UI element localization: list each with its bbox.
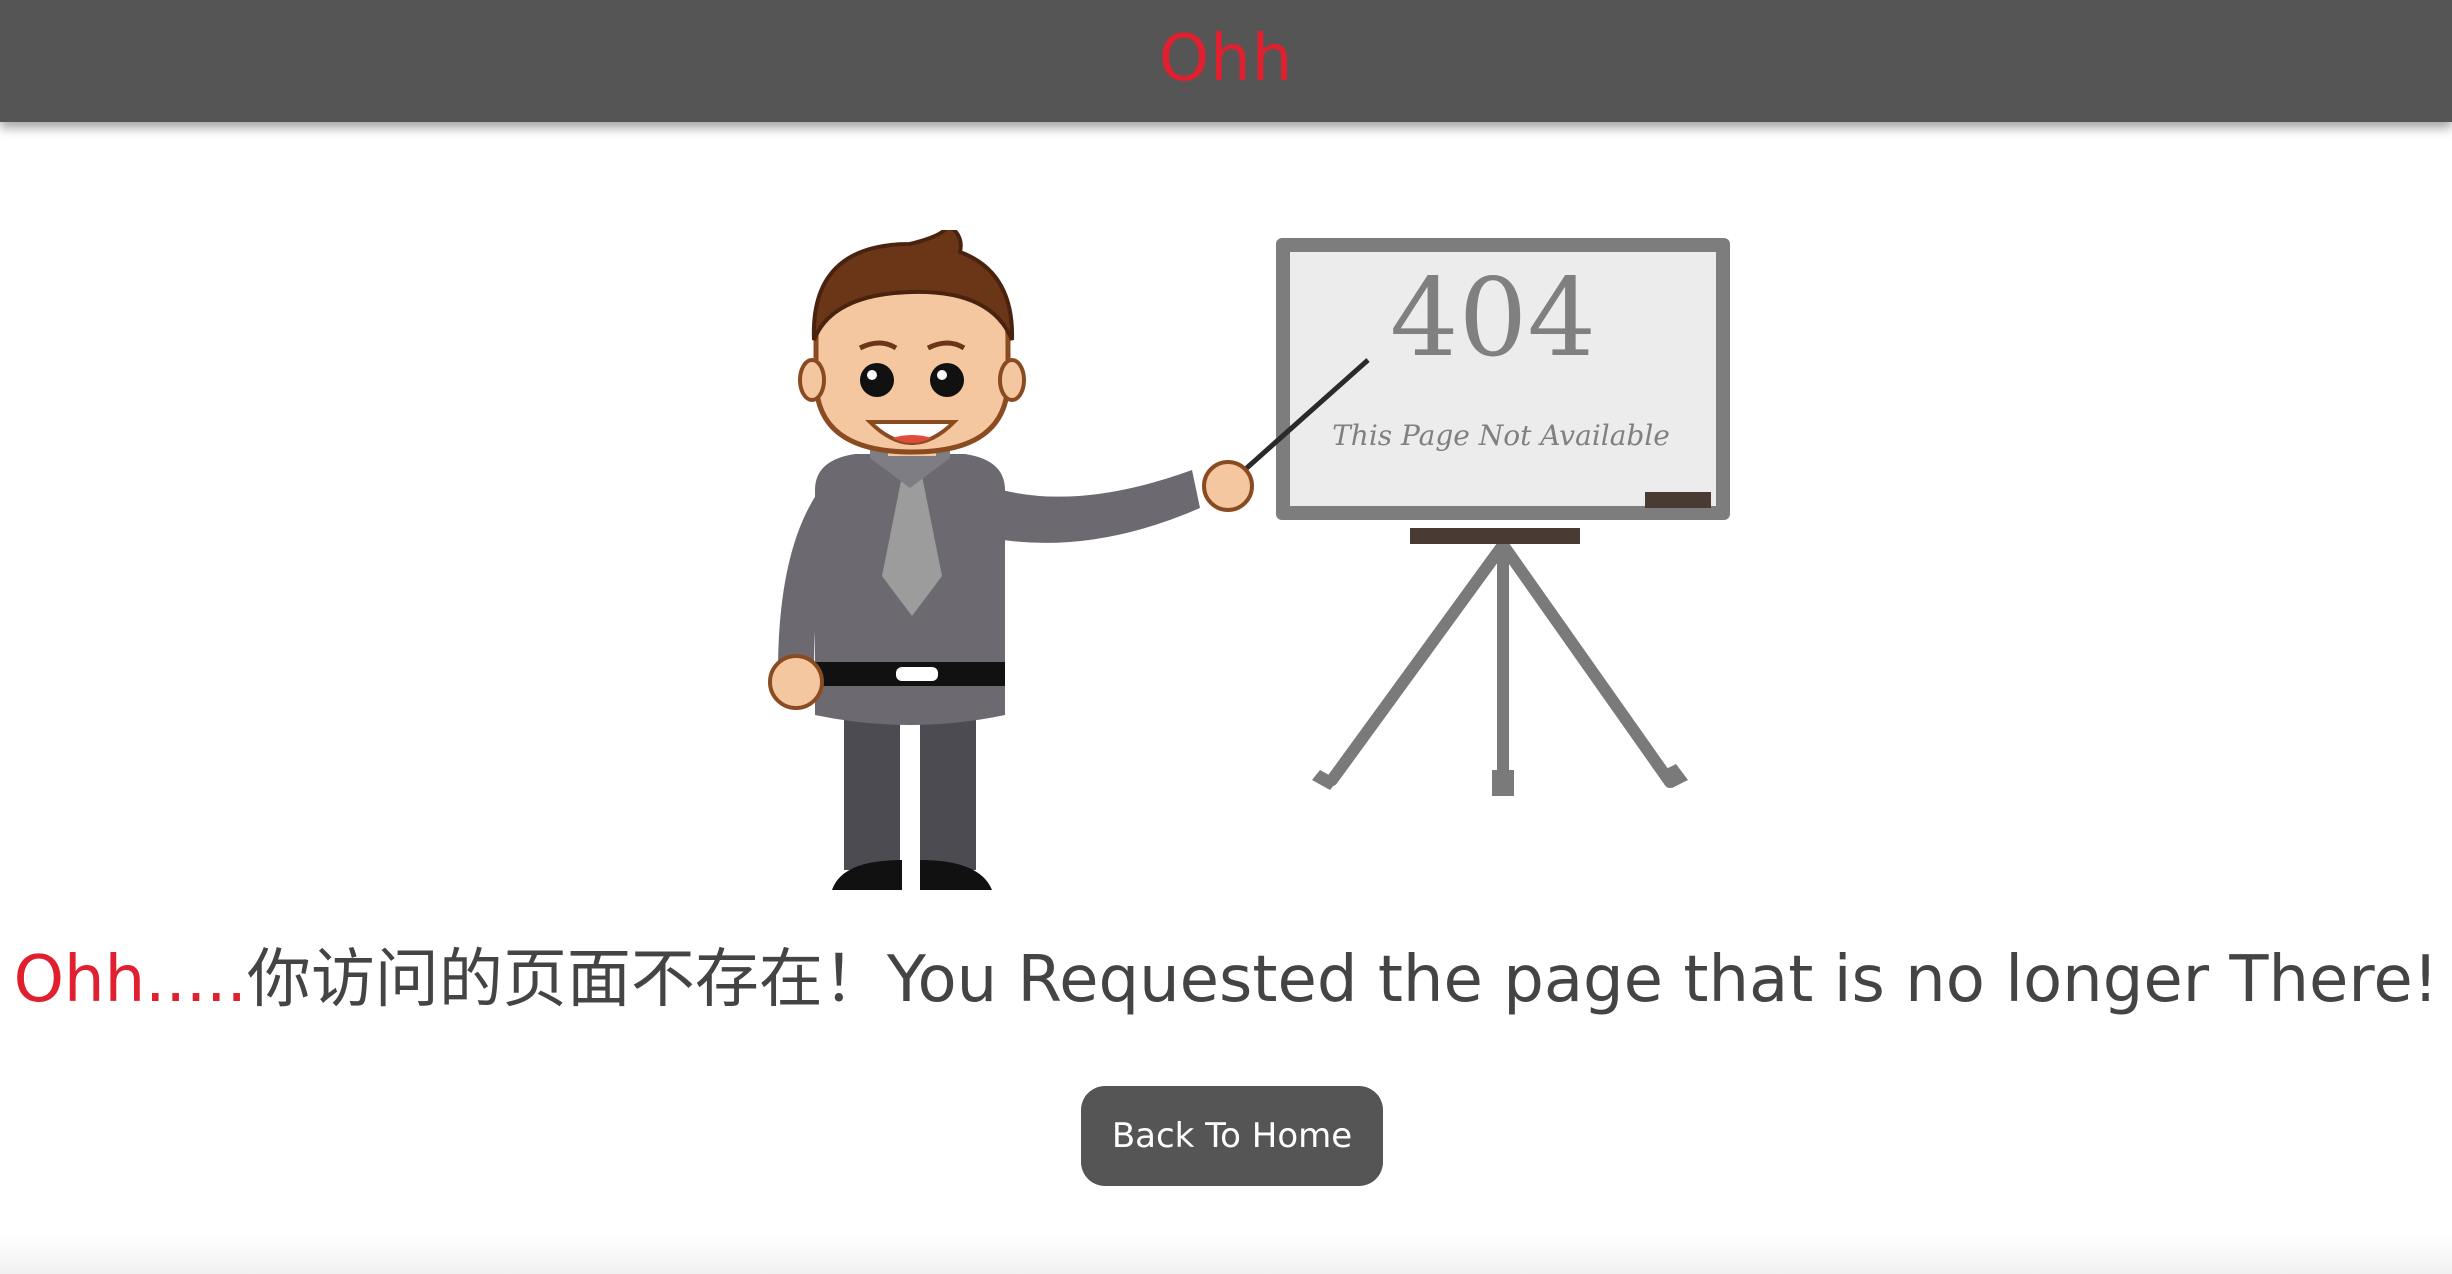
404-illustration: 404 This Page Not Available [768, 230, 1730, 890]
message-english: You Requested the page that is no longer… [886, 943, 2439, 1017]
board-caption-text: This Page Not Available [1332, 419, 1670, 452]
back-to-home-button[interactable]: Back To Home [1081, 1086, 1383, 1186]
not-found-message: Ohh.....你访问的页面不存在！You Requested the page… [0, 938, 2452, 1022]
bottom-shadow [0, 1234, 2452, 1274]
message-prefix: Ohh..... [13, 943, 247, 1017]
message-chinese: 你访问的页面不存在！ [246, 943, 887, 1017]
brand-title: Ohh [1158, 22, 1294, 96]
easel-stand [1326, 539, 1676, 796]
top-navbar: Ohh [0, 0, 2452, 122]
board-404-text: 404 [1390, 256, 1596, 381]
presenter-character [768, 230, 1254, 890]
